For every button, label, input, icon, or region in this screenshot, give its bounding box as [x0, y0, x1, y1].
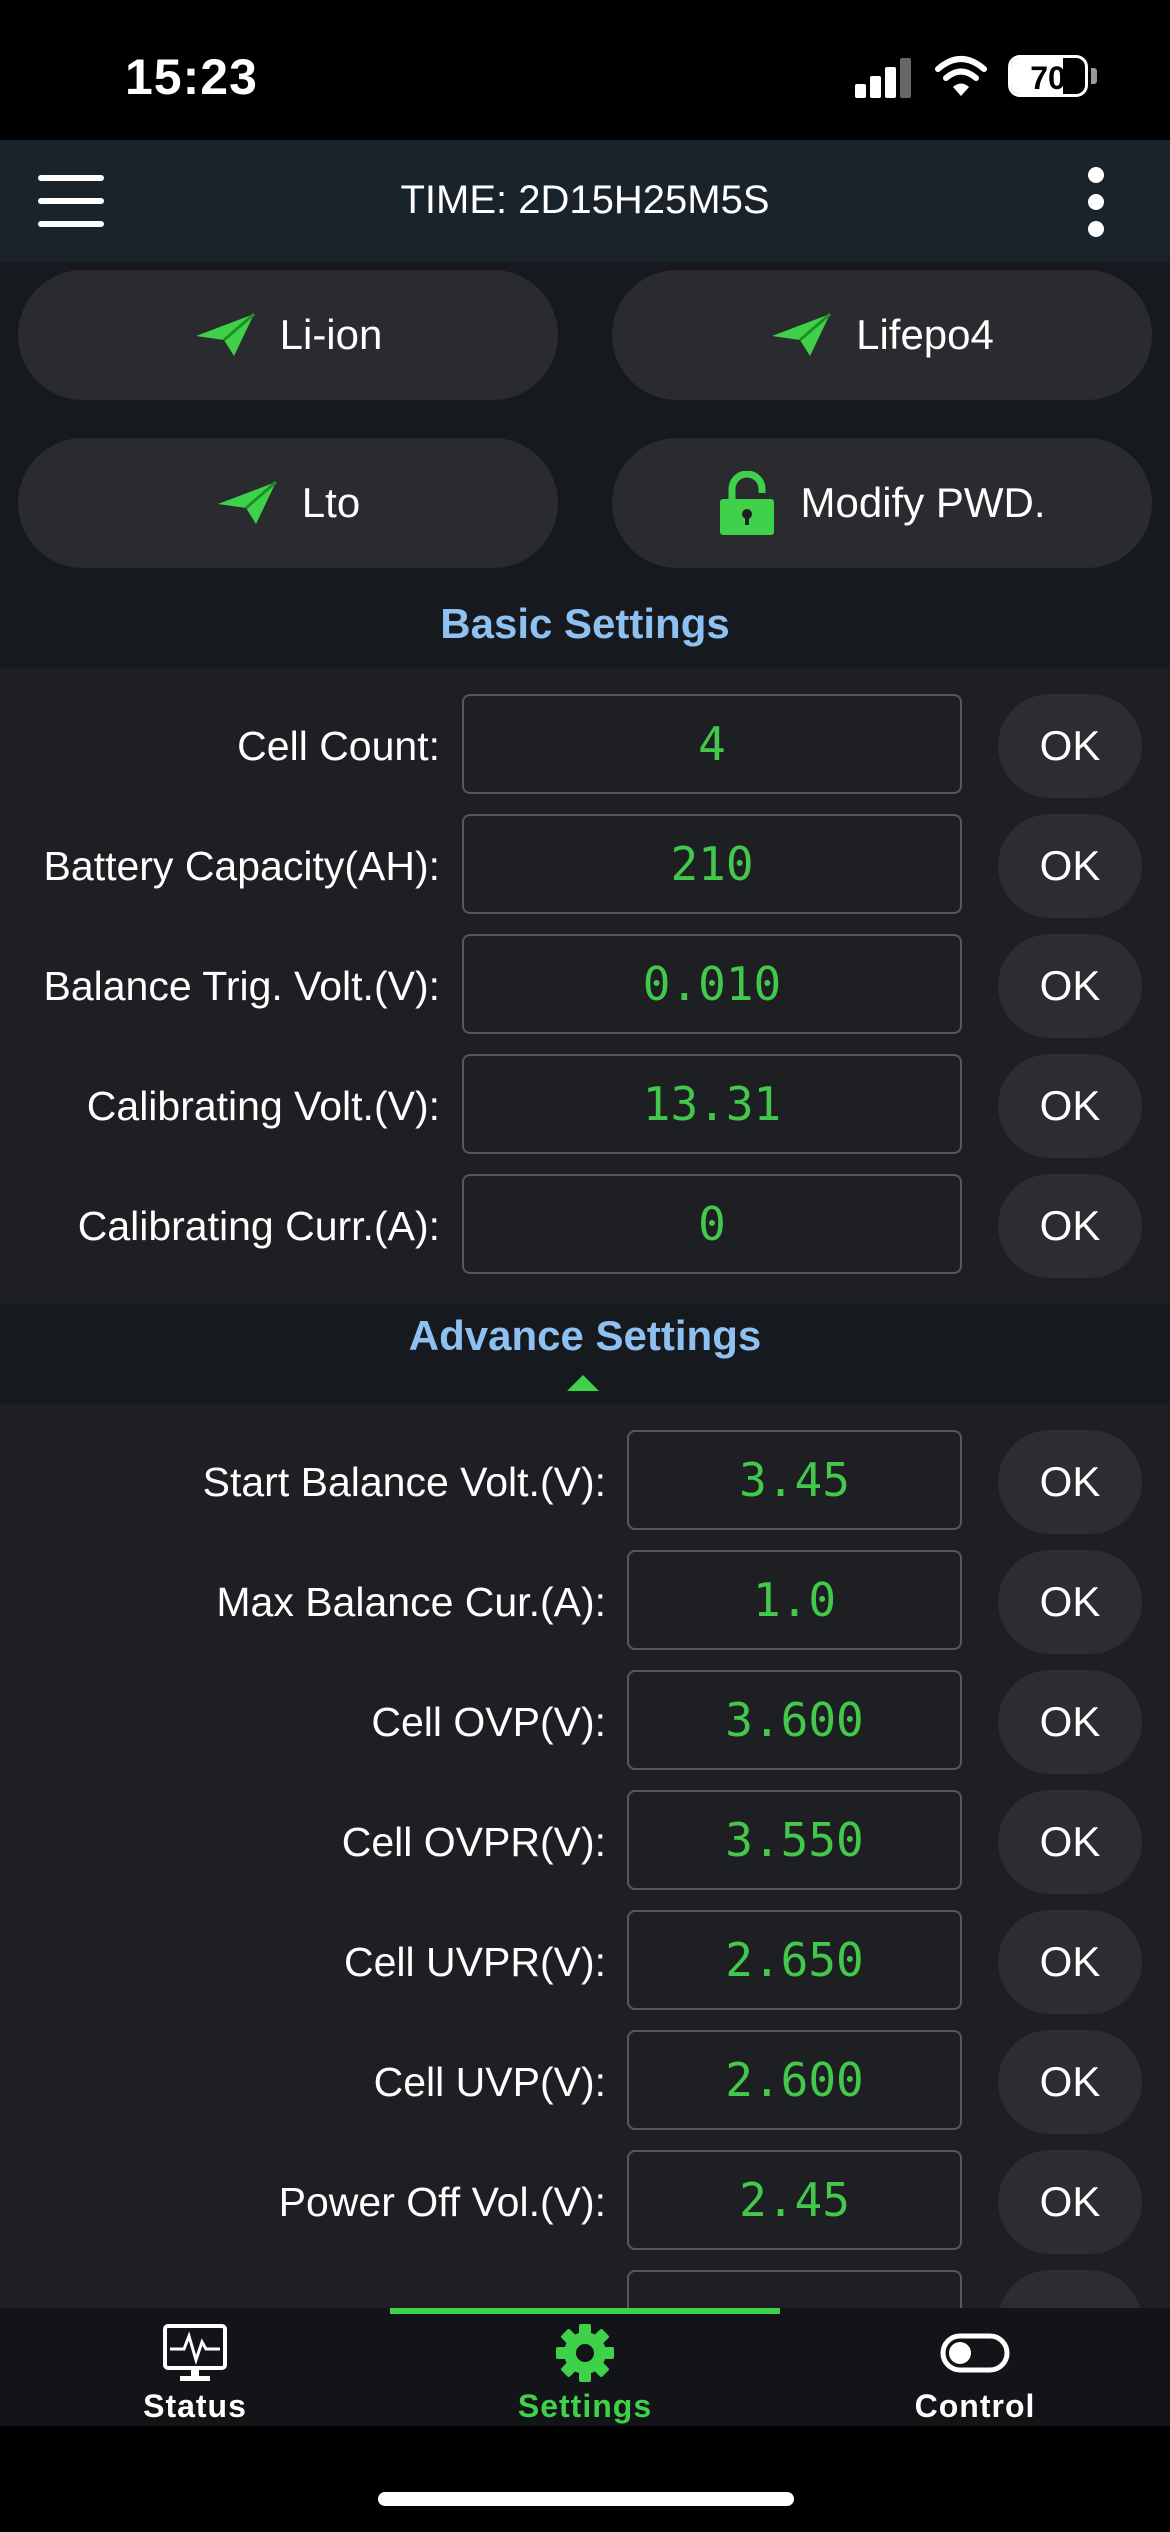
setting-label: Calibrating Curr.(A): [77, 1203, 440, 1249]
ok-button-partial[interactable] [998, 2270, 1142, 2308]
ok-button[interactable]: OK [998, 1174, 1142, 1278]
tab-label: Settings [517, 2388, 653, 2424]
toggle-icon [940, 2333, 1010, 2373]
more-options-icon[interactable] [1085, 167, 1107, 237]
basic-settings-title: Basic Settings [440, 600, 730, 647]
setting-value-field[interactable]: 1.0 [627, 1550, 962, 1650]
signal-icon [855, 56, 913, 98]
lock-icon [720, 471, 775, 535]
setting-row: Battery Capacity(AH): 210 OK [0, 814, 1170, 918]
setting-row: Max Balance Cur.(A): 1.0 OK [0, 1550, 1170, 1654]
preset-label: Lifepo4 [856, 311, 994, 358]
setting-value-field[interactable]: 3.45 [627, 1430, 962, 1530]
setting-value-field[interactable]: 210 [462, 814, 962, 914]
paper-plane-icon [217, 480, 277, 524]
setting-value-field[interactable]: 3.600 [627, 1670, 962, 1770]
setting-label: Cell OVPR(V): [341, 1819, 606, 1865]
setting-value-field[interactable]: 13.31 [462, 1054, 962, 1154]
ok-button[interactable]: OK [998, 1670, 1142, 1774]
setting-value-field[interactable]: 0.010 [462, 934, 962, 1034]
tab-control[interactable]: Control [780, 2318, 1170, 2426]
ok-button[interactable]: OK [998, 2150, 1142, 2254]
setting-row: Cell OVPR(V): 3.550 OK [0, 1790, 1170, 1894]
ok-button[interactable]: OK [998, 694, 1142, 798]
setting-value-field[interactable]: 2.600 [627, 2030, 962, 2130]
modify-password-button[interactable]: Modify PWD. [612, 438, 1152, 568]
wifi-icon [935, 56, 987, 96]
status-time: 15:23 [125, 49, 258, 105]
collapse-arrow-icon[interactable] [567, 1375, 599, 1391]
paper-plane-icon [195, 312, 255, 356]
setting-value-field[interactable]: 2.650 [627, 1910, 962, 2010]
setting-label: Power Off Vol.(V): [278, 2179, 606, 2225]
setting-label: Cell Count: [237, 723, 440, 769]
preset-label: Modify PWD. [800, 479, 1046, 526]
ok-button[interactable]: OK [998, 2030, 1142, 2134]
ok-button[interactable]: OK [998, 934, 1142, 1038]
paper-plane-icon [772, 312, 832, 356]
setting-value-field[interactable] [627, 2270, 962, 2308]
runtime-title: TIME: 2D15H25M5S [400, 178, 770, 222]
setting-label: Battery Capacity(AH): [43, 843, 440, 889]
setting-label: Cell OVP(V): [371, 1699, 606, 1745]
setting-label: Start Balance Volt.(V): [202, 1459, 606, 1505]
tab-status[interactable]: Status [0, 2318, 390, 2426]
ok-button[interactable]: OK [998, 1910, 1142, 2014]
setting-row: Balance Trig. Volt.(V): 0.010 OK [0, 934, 1170, 1038]
setting-label: Cell UVPR(V): [344, 1939, 606, 1985]
home-indicator[interactable] [378, 2492, 794, 2506]
battery-tip [1091, 68, 1097, 84]
setting-value-field[interactable]: 4 [462, 694, 962, 794]
ok-button[interactable]: OK [998, 1430, 1142, 1534]
tab-settings[interactable]: Settings [390, 2318, 780, 2426]
ok-button[interactable]: OK [998, 1054, 1142, 1158]
setting-row: Calibrating Volt.(V): 13.31 OK [0, 1054, 1170, 1158]
battery-icon: 70 [1008, 55, 1088, 97]
gear-icon [556, 2324, 614, 2382]
tab-label: Control [914, 2388, 1036, 2424]
ok-button[interactable]: OK [998, 1790, 1142, 1894]
setting-row: Calibrating Curr.(A): 0 OK [0, 1174, 1170, 1278]
setting-row: Power Off Vol.(V): 2.45 OK [0, 2150, 1170, 2254]
setting-row: Cell OVP(V): 3.600 OK [0, 1670, 1170, 1774]
active-tab-indicator [390, 2308, 780, 2314]
setting-value-field[interactable]: 3.550 [627, 1790, 962, 1890]
tab-label: Status [143, 2388, 247, 2424]
home-area [0, 2426, 1170, 2532]
ok-button[interactable]: OK [998, 1550, 1142, 1654]
setting-label: Balance Trig. Volt.(V): [43, 963, 440, 1009]
preset-lto-button[interactable]: Lto [18, 438, 558, 568]
preset-label: Li-ion [279, 311, 383, 358]
preset-lifepo4-button[interactable]: Lifepo4 [612, 270, 1152, 400]
advance-settings-title: Advance Settings [408, 1312, 762, 1359]
monitor-pulse-icon [163, 2324, 227, 2381]
setting-label: Cell UVP(V): [373, 2059, 606, 2105]
preset-label: Lto [301, 479, 361, 526]
setting-value-field[interactable]: 0 [462, 1174, 962, 1274]
setting-row: Cell UVP(V): 2.600 OK [0, 2030, 1170, 2134]
battery-percent: 70 [1030, 60, 1066, 96]
basic-settings-header: Basic Settings [0, 580, 1170, 668]
setting-label: Calibrating Volt.(V): [86, 1083, 440, 1129]
ok-button[interactable]: OK [998, 814, 1142, 918]
setting-label: Max Balance Cur.(A): [216, 1579, 606, 1625]
setting-row: Cell UVPR(V): 2.650 OK [0, 1910, 1170, 2014]
setting-row: Start Balance Volt.(V): 3.45 OK [0, 1430, 1170, 1534]
preset-li-ion-button[interactable]: Li-ion [18, 270, 558, 400]
setting-row-partial [0, 2270, 1170, 2308]
setting-row: Cell Count: 4 OK [0, 694, 1170, 798]
setting-value-field[interactable]: 2.45 [627, 2150, 962, 2250]
